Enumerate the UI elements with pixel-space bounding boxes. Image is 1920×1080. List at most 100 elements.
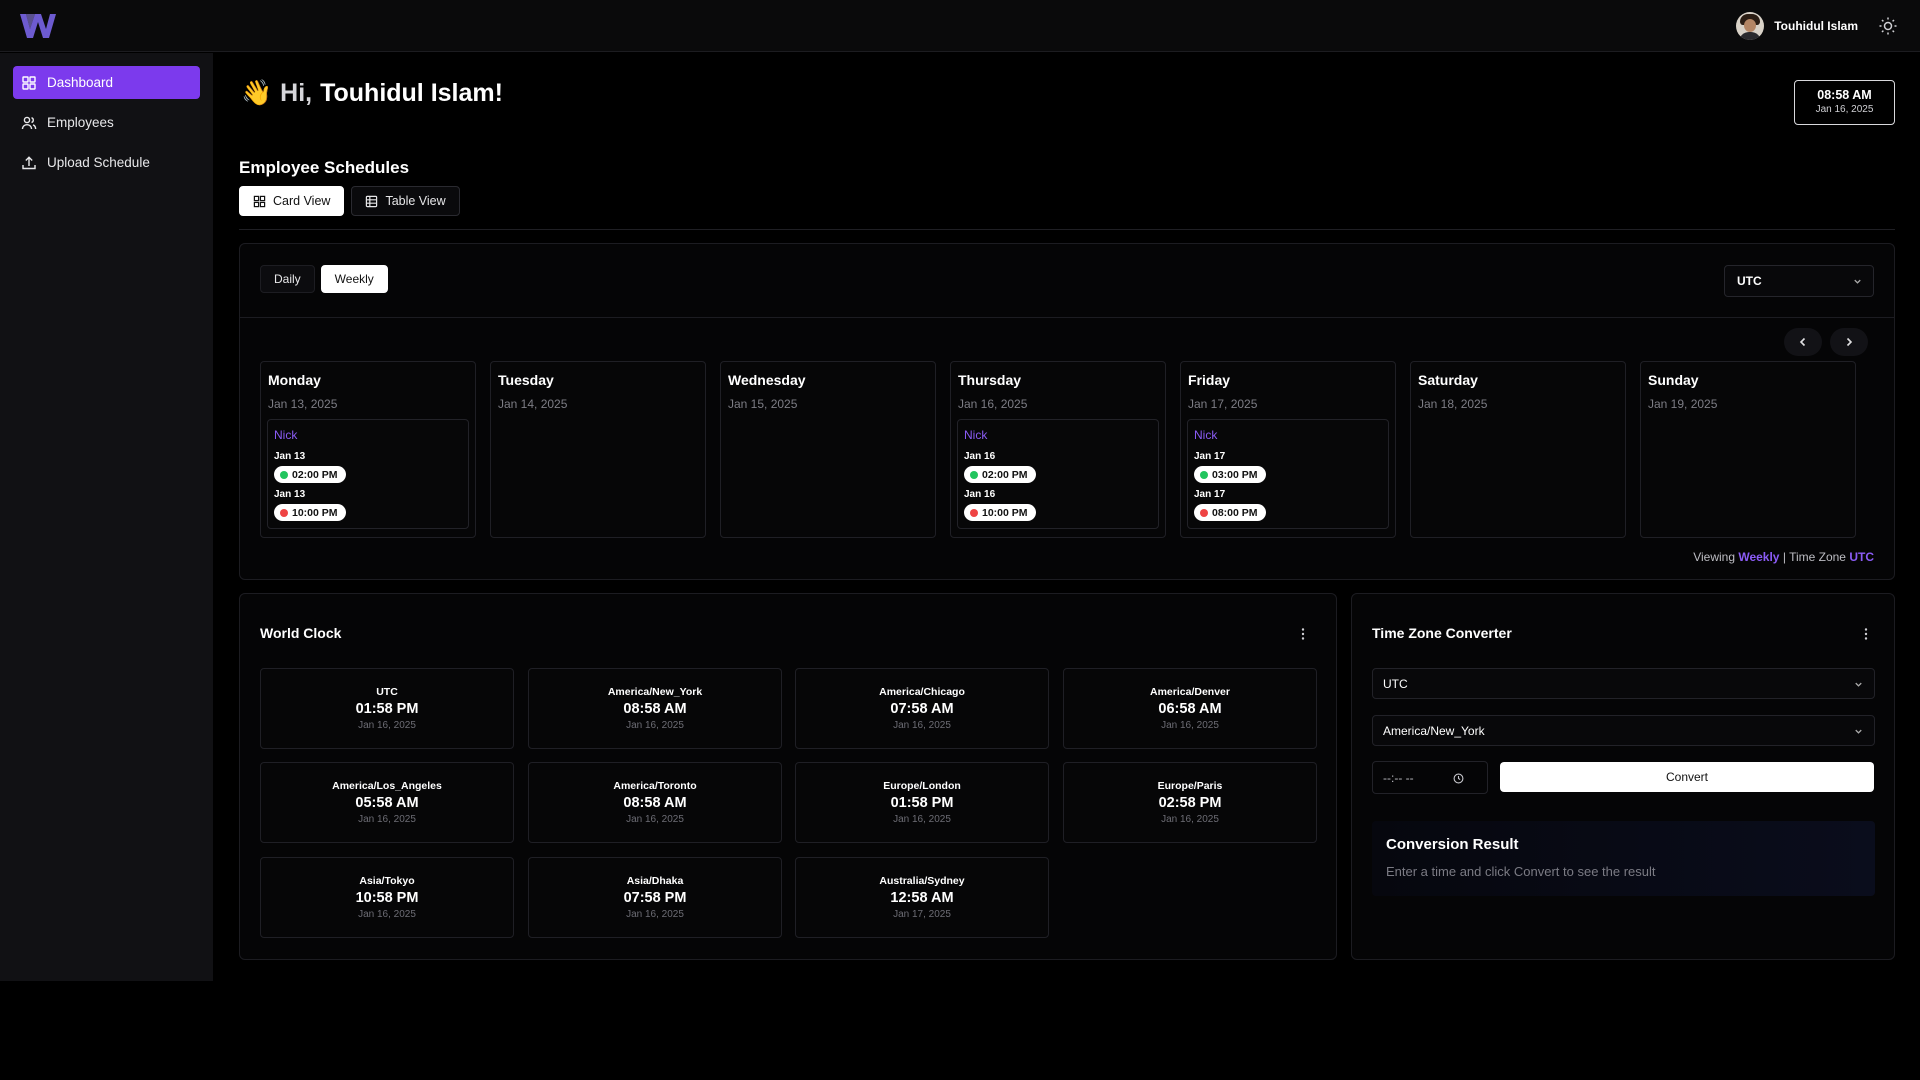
clock-tile: Europe/Paris 02:58 PM Jan 16, 2025 — [1063, 762, 1317, 843]
from-timezone-value: UTC — [1383, 676, 1408, 691]
sidebar: Dashboard Employees Upload Schedule — [0, 53, 213, 981]
clock-zone: Europe/London — [883, 780, 961, 792]
day-name: Friday — [1188, 372, 1231, 388]
start-dot-icon — [970, 470, 978, 479]
users-icon — [21, 116, 37, 129]
greeting-name: Touhidul Islam! — [320, 79, 503, 107]
clock-date: Jan 16, 2025 — [893, 720, 951, 731]
clock-icon[interactable] — [1453, 773, 1464, 784]
divider — [239, 229, 1895, 230]
clock-zone: America/Los_Angeles — [332, 780, 442, 792]
day-name: Monday — [268, 372, 321, 388]
to-timezone-select[interactable]: America/New_York — [1372, 715, 1875, 746]
shift-end-time-text: 10:00 PM — [982, 506, 1028, 519]
clock-date: Jan 16, 2025 — [626, 909, 684, 920]
clock-zone: America/Chicago — [879, 686, 965, 698]
conversion-result-title: Conversion Result — [1386, 836, 1519, 853]
sidebar-item-label: Employees — [47, 115, 114, 130]
clock-zone: Asia/Tokyo — [359, 875, 415, 887]
more-vertical-icon[interactable] — [1296, 627, 1310, 641]
sidebar-item-employees[interactable]: Employees — [13, 106, 200, 139]
clock-time: 01:58 PM — [355, 701, 419, 717]
day-column-sunday: Sunday Jan 19, 2025 — [1640, 361, 1856, 538]
view-toggle: Card View Table View — [239, 186, 460, 216]
sidebar-item-label: Upload Schedule — [47, 155, 150, 170]
end-dot-icon — [1200, 508, 1208, 517]
shift-card[interactable]: Nick Jan 13 02:00 PM Jan 13 10:00 PM — [267, 419, 469, 529]
timezone-label: Time Zone — [1789, 550, 1846, 564]
weekly-button[interactable]: Weekly — [320, 265, 388, 293]
day-column-tuesday: Tuesday Jan 14, 2025 — [490, 361, 706, 538]
clock-zone: America/Toronto — [613, 780, 697, 792]
sidebar-item-dashboard[interactable]: Dashboard — [13, 66, 200, 99]
day-column-friday: Friday Jan 17, 2025 Nick Jan 17 03:00 PM… — [1180, 361, 1396, 538]
next-week-button[interactable] — [1830, 328, 1868, 356]
world-clock-title: World Clock — [260, 625, 342, 641]
table-view-label: Table View — [385, 194, 446, 208]
time-input-placeholder: --:-- -- — [1383, 770, 1414, 785]
divider — [240, 317, 1894, 318]
clock-time: 08:58 AM — [623, 701, 687, 717]
shift-start-time-text: 02:00 PM — [292, 468, 338, 481]
day-name: Sunday — [1648, 372, 1699, 388]
view-status: Viewing Weekly | Time Zone UTC — [1693, 550, 1874, 564]
day-name: Saturday — [1418, 372, 1478, 388]
sidebar-item-label: Dashboard — [47, 75, 114, 90]
current-time: 08:58 AM — [1817, 88, 1872, 102]
current-time-box: 08:58 AM Jan 16, 2025 — [1794, 80, 1895, 125]
clock-tile: America/Toronto 08:58 AM Jan 16, 2025 — [528, 762, 782, 843]
shift-start-time: 02:00 PM — [964, 466, 1036, 483]
avatar[interactable] — [1736, 12, 1765, 40]
clock-tile: Asia/Dhaka 07:58 PM Jan 16, 2025 — [528, 857, 782, 938]
chevron-left-icon — [1799, 337, 1806, 347]
greeting-hi: Hi, — [280, 79, 313, 107]
chevron-down-icon — [1854, 279, 1861, 284]
shift-card[interactable]: Nick Jan 16 02:00 PM Jan 16 10:00 PM — [957, 419, 1159, 529]
day-date: Jan 13, 2025 — [268, 397, 338, 411]
time-input[interactable]: --:-- -- — [1372, 761, 1488, 794]
from-timezone-select[interactable]: UTC — [1372, 668, 1875, 699]
shift-card[interactable]: Nick Jan 17 03:00 PM Jan 17 08:00 PM — [1187, 419, 1389, 529]
sun-icon[interactable] — [1878, 16, 1898, 36]
wave-icon: 👋 — [241, 79, 273, 107]
table-view-button[interactable]: Table View — [351, 186, 460, 216]
world-clock-card: World Clock UTC 01:58 PM Jan 16, 2025 Am… — [239, 593, 1337, 960]
card-view-button[interactable]: Card View — [239, 186, 345, 216]
clock-zone: UTC — [376, 686, 398, 698]
clock-date: Jan 17, 2025 — [893, 909, 951, 920]
clock-zone: America/New_York — [607, 686, 703, 698]
more-vertical-icon[interactable] — [1859, 627, 1873, 641]
grid-icon — [253, 195, 266, 207]
day-date: Jan 16, 2025 — [958, 397, 1028, 411]
clock-tile: UTC 01:58 PM Jan 16, 2025 — [260, 668, 514, 749]
clock-time: 08:58 AM — [623, 795, 687, 811]
clock-date: Jan 16, 2025 — [893, 814, 951, 825]
shift-start-time-text: 03:00 PM — [1212, 468, 1258, 481]
current-date: Jan 16, 2025 — [1815, 104, 1874, 115]
day-name: Thursday — [958, 372, 1022, 388]
sidebar-item-upload-schedule[interactable]: Upload Schedule — [13, 146, 200, 179]
clock-tile: America/Chicago 07:58 AM Jan 16, 2025 — [795, 668, 1049, 749]
shift-end-time-text: 10:00 PM — [292, 506, 338, 519]
prev-week-button[interactable] — [1784, 328, 1822, 356]
conversion-result: Conversion Result Enter a time and click… — [1372, 821, 1875, 896]
timezone-value: UTC — [1737, 274, 1762, 288]
chevron-right-icon — [1846, 337, 1853, 347]
day-name: Wednesday — [728, 372, 806, 388]
convert-button[interactable]: Convert — [1500, 762, 1874, 792]
clock-time: 10:58 PM — [355, 890, 419, 906]
clock-tile: America/Los_Angeles 05:58 AM Jan 16, 202… — [260, 762, 514, 843]
timezone-select[interactable]: UTC — [1724, 265, 1874, 297]
app-logo[interactable] — [18, 10, 58, 42]
day-date: Jan 18, 2025 — [1418, 397, 1488, 411]
clock-zone: America/Denver — [1150, 686, 1230, 698]
shift-end-time-text: 08:00 PM — [1212, 506, 1258, 519]
day-column-wednesday: Wednesday Jan 15, 2025 — [720, 361, 936, 538]
shift-start-time: 03:00 PM — [1194, 466, 1266, 483]
clock-time: 12:58 AM — [890, 890, 954, 906]
table-icon — [366, 195, 378, 207]
daily-button[interactable]: Daily — [260, 265, 315, 293]
day-name: Tuesday — [498, 372, 554, 388]
user-menu[interactable]: Touhidul Islam — [1736, 12, 1858, 40]
card-view-label: Card View — [273, 194, 331, 208]
